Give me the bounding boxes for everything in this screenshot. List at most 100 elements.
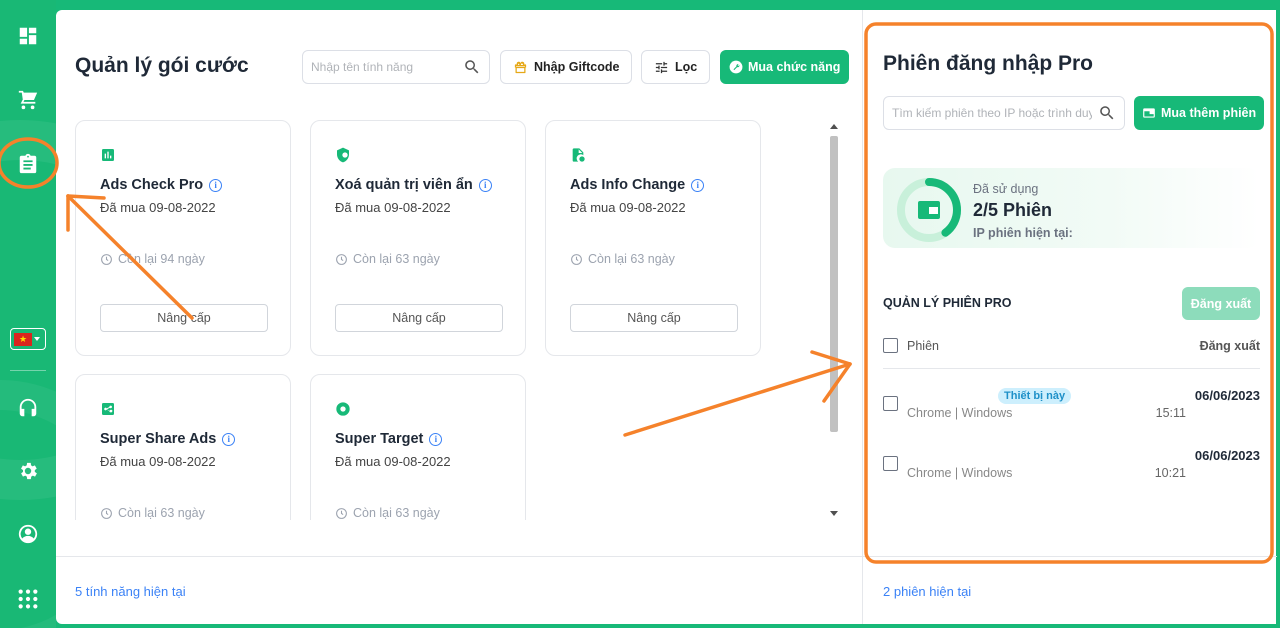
table-divider xyxy=(883,368,1260,369)
session-time: 15:11 xyxy=(1155,406,1186,420)
clock-icon xyxy=(101,253,112,265)
filter-button[interactable]: Lọc xyxy=(641,50,711,84)
feature-card-remaining: Còn lại 63 ngày xyxy=(570,252,675,266)
apps-grid-icon[interactable] xyxy=(14,585,42,613)
feature-card: Ads Check Pro i Đã mua 09-08-2022 Còn lại… xyxy=(75,120,291,356)
feature-card: Super Share Ads i Đã mua 09-08-2022 Còn l… xyxy=(75,374,291,520)
usage-summary-card: Đã sử dụng 2/5 Phiên IP phiên hiện tại: xyxy=(883,168,1260,248)
upgrade-button[interactable]: Nâng cấp xyxy=(570,304,738,332)
session-search-box[interactable] xyxy=(883,96,1125,130)
user-circle-icon[interactable] xyxy=(14,520,42,548)
chevron-down-icon xyxy=(34,337,40,341)
feature-card: Ads Info Change i Đã mua 09-08-2022 Còn l… xyxy=(545,120,761,356)
info-icon[interactable]: i xyxy=(222,432,236,446)
window-icon xyxy=(1143,108,1155,118)
feature-card: Super Target i Đã mua 09-08-2022 Còn lại … xyxy=(310,374,526,520)
target-icon xyxy=(335,401,351,417)
feature-card-title: Ads Info Change i xyxy=(570,177,705,193)
feature-card-remaining: Còn lại 63 ngày xyxy=(335,252,440,266)
clock-icon xyxy=(336,253,347,265)
buy-feature-label: Mua chức năng xyxy=(748,60,841,74)
buy-session-label: Mua thêm phiên xyxy=(1161,106,1257,120)
sidebar-divider xyxy=(10,370,46,371)
package-management-panel: Quản lý gói cước Nhập Giftcode Lọc Mua c… xyxy=(56,10,862,624)
scrollbar-thumb[interactable] xyxy=(830,136,838,432)
feature-search-box[interactable] xyxy=(302,50,490,84)
sessions-title: Phiên đăng nhập Pro xyxy=(883,52,1094,75)
info-icon[interactable]: i xyxy=(691,178,705,192)
filter-label: Lọc xyxy=(675,60,698,74)
wrench-icon xyxy=(729,60,743,74)
clock-icon xyxy=(571,253,582,265)
buy-session-button[interactable]: Mua thêm phiên xyxy=(1134,96,1265,130)
info-icon[interactable]: i xyxy=(209,178,223,192)
session-search-input[interactable] xyxy=(892,106,1092,120)
giftcode-button[interactable]: Nhập Giftcode xyxy=(500,50,633,84)
session-checkbox[interactable] xyxy=(883,456,898,471)
feature-search-input[interactable] xyxy=(311,60,451,74)
page-title: Quản lý gói cước xyxy=(75,54,249,77)
gift-icon xyxy=(514,61,527,73)
info-icon[interactable]: i xyxy=(478,178,492,192)
search-icon[interactable] xyxy=(463,58,481,76)
select-all-checkbox[interactable] xyxy=(883,338,898,353)
table-row: Thiết bị này Chrome | Windows 06/06/2023… xyxy=(883,388,1260,428)
scroll-up-arrow-icon[interactable] xyxy=(830,124,838,129)
main-footer-divider xyxy=(56,556,862,557)
shield-icon xyxy=(335,147,351,163)
cart-icon[interactable] xyxy=(14,86,42,114)
file-icon xyxy=(570,147,586,163)
this-device-badge: Thiết bị này xyxy=(998,388,1072,404)
session-table-header: Phiên Đăng xuất xyxy=(883,336,1260,358)
feature-card-title: Xoá quản trị viên ẩn i xyxy=(335,177,492,193)
session-device: Chrome | Windows xyxy=(907,466,1013,480)
gear-icon[interactable] xyxy=(14,457,42,485)
chart-icon xyxy=(100,147,116,163)
feature-cards-grid: Ads Check Pro i Đã mua 09-08-2022 Còn lại… xyxy=(75,120,825,520)
headset-icon[interactable] xyxy=(14,394,42,422)
feature-card-date: Đã mua 09-08-2022 xyxy=(335,200,451,215)
language-selector[interactable] xyxy=(10,328,46,350)
sidebar xyxy=(0,0,56,628)
feature-card-title: Ads Check Pro i xyxy=(100,177,223,193)
feature-card-remaining: Còn lại 63 ngày xyxy=(100,506,205,520)
column-session: Phiên xyxy=(907,339,939,353)
session-date: 06/06/2023 xyxy=(1194,388,1260,403)
current-ip-label: IP phiên hiện tại: xyxy=(973,226,1073,240)
vietnam-flag-icon xyxy=(14,332,32,346)
usage-value: 2/5 Phiên xyxy=(973,200,1053,220)
feature-card-date: Đã mua 09-08-2022 xyxy=(335,454,451,469)
sliders-icon xyxy=(655,61,668,73)
feature-card-date: Đã mua 09-08-2022 xyxy=(100,454,216,469)
scroll-down-arrow-icon[interactable] xyxy=(830,511,838,516)
upgrade-button[interactable]: Nâng cấp xyxy=(100,304,268,332)
session-device: Chrome | Windows xyxy=(907,406,1013,420)
search-icon[interactable] xyxy=(1098,104,1116,122)
feature-card-title: Super Share Ads i xyxy=(100,431,236,447)
cards-scrollbar[interactable] xyxy=(828,122,840,518)
session-checkbox[interactable] xyxy=(883,396,898,411)
dashboard-icon[interactable] xyxy=(14,22,42,50)
right-footer-divider xyxy=(863,556,1277,557)
column-logout: Đăng xuất xyxy=(1199,339,1260,353)
clock-icon xyxy=(101,507,112,519)
info-icon[interactable]: i xyxy=(429,432,443,446)
buy-feature-button[interactable]: Mua chức năng xyxy=(720,50,850,84)
table-row: Chrome | Windows 06/06/2023 10:21 xyxy=(883,448,1260,488)
session-date: 06/06/2023 xyxy=(1194,448,1260,463)
usage-ring xyxy=(895,176,963,244)
giftcode-label: Nhập Giftcode xyxy=(534,60,620,74)
feature-card-title: Super Target i xyxy=(335,431,443,447)
logout-selected-button[interactable]: Đăng xuất xyxy=(1182,287,1260,320)
pro-sessions-panel: Phiên đăng nhập Pro Mua thêm phiên Đã sử… xyxy=(862,10,1277,624)
usage-label: Đã sử dụng xyxy=(973,182,1039,196)
feature-card: Xoá quản trị viên ẩn i Đã mua 09-08-2022 … xyxy=(310,120,526,356)
clock-icon xyxy=(336,507,347,519)
session-time: 10:21 xyxy=(1154,466,1186,480)
share-icon xyxy=(100,401,116,417)
clipboard-icon[interactable] xyxy=(14,150,42,178)
session-count: 2 phiên hiện tại xyxy=(883,584,972,599)
upgrade-button[interactable]: Nâng cấp xyxy=(335,304,503,332)
feature-count: 5 tính năng hiện tại xyxy=(75,584,186,599)
feature-card-remaining: Còn lại 94 ngày xyxy=(100,252,205,266)
